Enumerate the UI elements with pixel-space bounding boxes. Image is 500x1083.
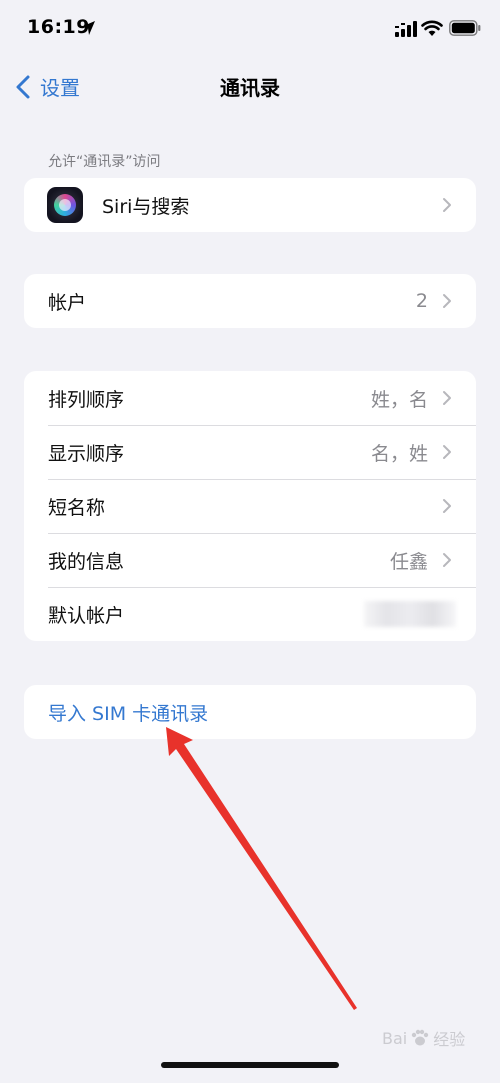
default-account-label: 默认帐户 [48,604,125,627]
accounts-label: 帐户 [48,291,87,314]
accounts-group: 帐户 2 [24,274,476,328]
import-sim-contacts-label: 导入 SIM 卡通讯录 [48,702,209,725]
chevron-right-icon [443,391,451,405]
location-arrow-icon [81,21,95,35]
display-order-value: 名，姓 [370,442,428,465]
chevron-right-icon [443,294,451,308]
watermark-right-text: 经验 [433,1030,466,1049]
status-bar: 16:19 [0,0,500,60]
short-name-row[interactable]: 短名称 [24,479,476,533]
chevron-right-icon [443,445,451,459]
siri-icon [47,187,83,223]
contacts-settings-group: 排列顺序 姓，名 显示顺序 名，姓 短名称 我的信息 任鑫 默认帐户 [24,371,476,641]
display-order-row[interactable]: 显示顺序 名，姓 [24,425,476,479]
import-sim-group: 导入 SIM 卡通讯录 [24,685,476,739]
chevron-right-icon [443,198,451,212]
siri-group: Siri与搜索 [24,178,476,232]
sort-order-row[interactable]: 排列顺序 姓，名 [24,371,476,425]
chevron-right-icon [443,553,451,567]
siri-search-row[interactable]: Siri与搜索 [24,178,476,232]
battery-icon [449,20,481,36]
paw-logo-icon [412,1029,429,1046]
page-title: 通讯录 [220,76,280,100]
import-sim-contacts-button[interactable]: 导入 SIM 卡通讯录 [24,685,476,739]
default-account-row[interactable]: 默认帐户 [24,587,476,641]
accounts-count: 2 [415,290,428,312]
watermark: Bai 经验 [382,1026,465,1050]
accounts-row[interactable]: 帐户 2 [24,274,476,328]
sort-order-value: 姓，名 [370,388,428,411]
cellular-signal-icon [395,21,417,37]
allow-access-header: 允许“通讯录”访问 [48,154,161,170]
display-order-label: 显示顺序 [48,442,125,465]
wifi-icon [421,20,443,36]
short-name-label: 短名称 [48,496,106,519]
my-info-label: 我的信息 [48,550,125,573]
my-info-row[interactable]: 我的信息 任鑫 [24,533,476,587]
default-account-value-redacted [364,601,456,627]
watermark-left-text: Bai [382,1028,408,1048]
chevron-right-icon [443,499,451,513]
sort-order-label: 排列顺序 [48,388,125,411]
siri-search-label: Siri与搜索 [102,195,190,218]
home-indicator[interactable] [161,1062,339,1068]
navigation-bar: 设置 通讯录 [0,62,500,108]
my-info-value: 任鑫 [389,550,428,573]
